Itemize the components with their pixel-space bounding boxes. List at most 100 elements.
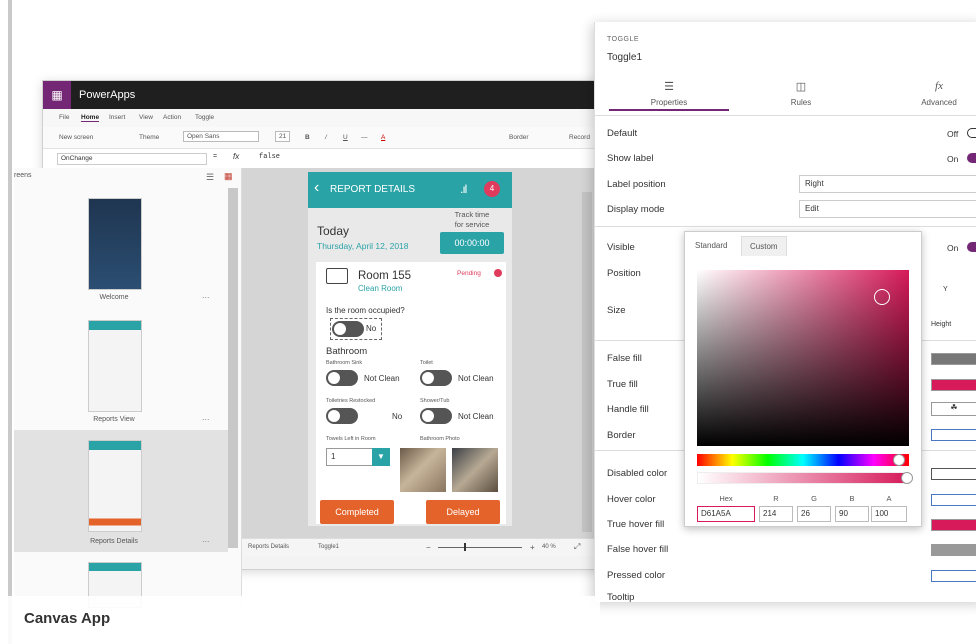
screen-more-reports-view[interactable]: ... xyxy=(202,412,210,422)
canvas-scrollbar[interactable] xyxy=(582,192,592,532)
default-toggle[interactable] xyxy=(967,128,976,138)
screen-thumb-welcome[interactable] xyxy=(88,198,142,290)
property-select[interactable]: OnChange xyxy=(57,153,207,165)
height-head: Height xyxy=(931,321,952,328)
delayed-button[interactable]: Delayed xyxy=(426,500,500,524)
towels-dropdown[interactable]: 1 ▼ xyxy=(326,448,390,466)
tab-advanced[interactable]: Advanced xyxy=(899,98,976,107)
timer-button[interactable]: 00:00:00 xyxy=(440,232,504,254)
bathroom-photo-1[interactable] xyxy=(400,448,446,492)
zoom-slider-thumb[interactable] xyxy=(464,543,466,551)
pressed-color-swatch[interactable] xyxy=(931,570,976,582)
fit-screen-icon[interactable]: ⤢ xyxy=(574,542,580,552)
zoom-out-icon[interactable]: − xyxy=(426,543,431,552)
false-hover-fill-swatch[interactable] xyxy=(931,544,976,556)
towels-value: 1 xyxy=(331,452,336,461)
list-view-icon[interactable]: ☰ xyxy=(206,172,214,183)
alpha-knob[interactable] xyxy=(901,472,913,484)
menu-file[interactable]: File xyxy=(59,114,69,121)
occupied-toggle[interactable] xyxy=(332,321,364,337)
toilet-toggle[interactable] xyxy=(420,370,452,386)
screen-more-welcome[interactable]: ... xyxy=(202,290,210,300)
menu-insert[interactable]: Insert xyxy=(109,114,125,121)
italic-button[interactable]: / xyxy=(325,134,327,141)
true-hover-fill-swatch[interactable] xyxy=(931,519,976,531)
screen-thumb-reports-details[interactable] xyxy=(88,440,142,532)
border-button[interactable]: Border xyxy=(509,134,529,141)
bathroom-photo-2[interactable] xyxy=(452,448,498,492)
zoom-in-icon[interactable]: + xyxy=(530,543,535,552)
hue-slider[interactable] xyxy=(697,454,909,466)
record-button[interactable]: Record xyxy=(569,134,590,141)
disabled-color-swatch[interactable] xyxy=(931,468,976,480)
display-mode-select[interactable]: Edit xyxy=(799,200,976,218)
track-time-label: Track time for service xyxy=(440,210,504,230)
font-select[interactable]: Open Sans xyxy=(183,131,259,142)
app-launcher-icon[interactable]: ▦ xyxy=(43,81,71,109)
true-fill-swatch[interactable] xyxy=(931,379,976,391)
bold-button[interactable]: B xyxy=(305,134,310,141)
strikethrough-button[interactable]: — xyxy=(361,134,368,141)
sink-toggle[interactable] xyxy=(326,370,358,386)
zoom-slider[interactable] xyxy=(438,547,522,548)
back-chevron-icon[interactable]: ‹ xyxy=(314,179,319,197)
control-name: Toggle1 xyxy=(607,52,643,63)
r-head: R xyxy=(773,494,779,503)
room-title: Room 155 xyxy=(358,270,412,282)
handle-fill-swatch[interactable]: ☘ xyxy=(931,402,976,416)
status-screen-name[interactable]: Reports Details xyxy=(248,544,289,550)
formula-input[interactable]: false xyxy=(259,153,280,161)
b-head: B xyxy=(849,494,855,503)
room-subtitle: Clean Room xyxy=(358,284,403,293)
r-input[interactable]: 214 xyxy=(759,506,793,522)
status-control-name[interactable]: Toggle1 xyxy=(318,544,339,550)
tab-custom[interactable]: Custom xyxy=(741,236,787,256)
chevron-down-icon[interactable]: ▼ xyxy=(372,448,390,466)
color-cursor[interactable] xyxy=(874,289,890,305)
toiletries-toggle[interactable] xyxy=(326,408,358,424)
label-position-select[interactable]: Right xyxy=(799,175,976,193)
border-swatch[interactable] xyxy=(931,429,976,441)
g-input[interactable]: 26 xyxy=(797,506,831,522)
signal-bars-icon[interactable]: .ıl xyxy=(460,182,467,196)
menu-bar: File Home Insert View Action Toggle xyxy=(43,109,601,127)
tab-rules[interactable]: Rules xyxy=(761,98,841,107)
tab-properties[interactable]: Properties xyxy=(629,98,709,107)
tab-standard[interactable]: Standard xyxy=(695,241,727,250)
screen-thumb-reports-view[interactable] xyxy=(88,320,142,412)
font-size-select[interactable]: 21 xyxy=(275,131,291,142)
hex-input[interactable]: D61A5A xyxy=(697,506,755,522)
b-input[interactable]: 90 xyxy=(835,506,869,522)
visible-value: On xyxy=(947,243,959,253)
app-title[interactable]: PowerApps xyxy=(79,89,135,101)
hue-knob[interactable] xyxy=(893,454,905,466)
default-value: Off xyxy=(947,129,959,139)
size-label: Size xyxy=(607,305,626,316)
shower-toggle[interactable] xyxy=(420,408,452,424)
completed-button[interactable]: Completed xyxy=(320,500,394,524)
theme-button[interactable]: Theme xyxy=(139,134,159,141)
menu-action[interactable]: Action xyxy=(163,114,181,121)
new-screen-button[interactable]: New screen xyxy=(59,134,93,141)
grid-view-icon[interactable]: ▦ xyxy=(224,171,233,182)
pressed-color-label: Pressed color xyxy=(607,570,666,581)
rules-icon: ◫ xyxy=(795,81,807,93)
underline-button[interactable]: U xyxy=(343,134,348,141)
false-fill-swatch[interactable] xyxy=(931,353,976,365)
menu-view[interactable]: View xyxy=(139,114,153,121)
screens-pane: reens ☰ ▦ Welcome ... Reports View ... R… xyxy=(14,168,242,608)
menu-home[interactable]: Home xyxy=(81,114,100,122)
visible-toggle[interactable] xyxy=(967,242,976,252)
font-color-button[interactable]: A xyxy=(381,134,385,141)
menu-toggle[interactable]: Toggle xyxy=(195,114,214,121)
fx-icon[interactable]: fx xyxy=(233,152,239,161)
a-head: A xyxy=(886,494,892,503)
hover-color-swatch[interactable] xyxy=(931,494,976,506)
alpha-slider[interactable] xyxy=(697,472,909,484)
screens-scrollbar[interactable] xyxy=(228,188,238,548)
a-input[interactable]: 100 xyxy=(871,506,907,522)
screen-more-reports-details[interactable]: ... xyxy=(202,534,210,544)
notification-badge[interactable]: 4 xyxy=(484,181,500,197)
show-label-toggle[interactable] xyxy=(967,153,976,163)
towels-label: Towels Left in Room xyxy=(326,436,376,442)
